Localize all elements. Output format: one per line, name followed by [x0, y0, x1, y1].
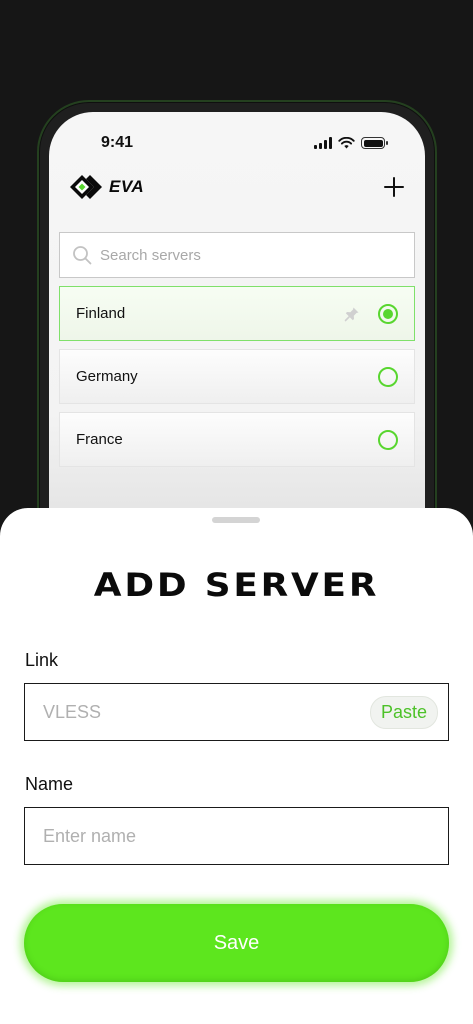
paste-button[interactable]: Paste — [369, 695, 438, 729]
radio-unselected[interactable] — [378, 429, 398, 450]
add-server-sheet: ADD SERVER Link Paste Name Save — [0, 508, 473, 1024]
search-bar — [59, 232, 415, 278]
sheet-drag-handle[interactable] — [212, 517, 260, 523]
eva-logo: EVA — [69, 174, 144, 200]
app-stage: 9:41 EVA Search servers Finland Germany … — [0, 0, 473, 1024]
logo-text: EVA — [109, 177, 145, 196]
server-item-finland[interactable]: Finland — [59, 286, 415, 341]
name-input[interactable] — [43, 825, 430, 847]
server-list: Finland Germany France — [59, 286, 415, 475]
radio-dot — [383, 308, 393, 319]
name-field — [24, 807, 449, 865]
app-header: EVA — [69, 172, 405, 202]
wifi-icon — [338, 137, 355, 149]
server-name: France — [76, 431, 123, 448]
name-label: Name — [25, 774, 74, 794]
radio-selected[interactable] — [378, 303, 398, 324]
sheet-title: ADD SERVER — [93, 566, 380, 604]
status-time: 9:41 — [101, 134, 134, 151]
server-controls — [344, 303, 398, 324]
server-name: Germany — [76, 368, 138, 385]
search-input[interactable] — [100, 246, 402, 264]
radio-unselected[interactable] — [378, 366, 398, 387]
server-name: Finland — [76, 305, 126, 322]
link-label: Link — [25, 650, 59, 670]
eva-logo-icon — [70, 175, 102, 199]
server-item-germany[interactable]: Germany — [59, 349, 415, 404]
server-item-france[interactable]: France — [59, 412, 415, 467]
cellular-signal-icon — [314, 137, 332, 149]
status-icons — [314, 137, 388, 149]
link-input[interactable] — [43, 701, 370, 723]
status-bar: 9:41 — [49, 132, 425, 154]
battery-icon — [361, 137, 388, 149]
save-button[interactable]: Save — [24, 904, 449, 982]
search-icon — [73, 246, 92, 265]
add-server-icon[interactable] — [383, 176, 405, 198]
link-field: Paste — [24, 683, 449, 741]
pin-icon[interactable] — [344, 306, 360, 322]
